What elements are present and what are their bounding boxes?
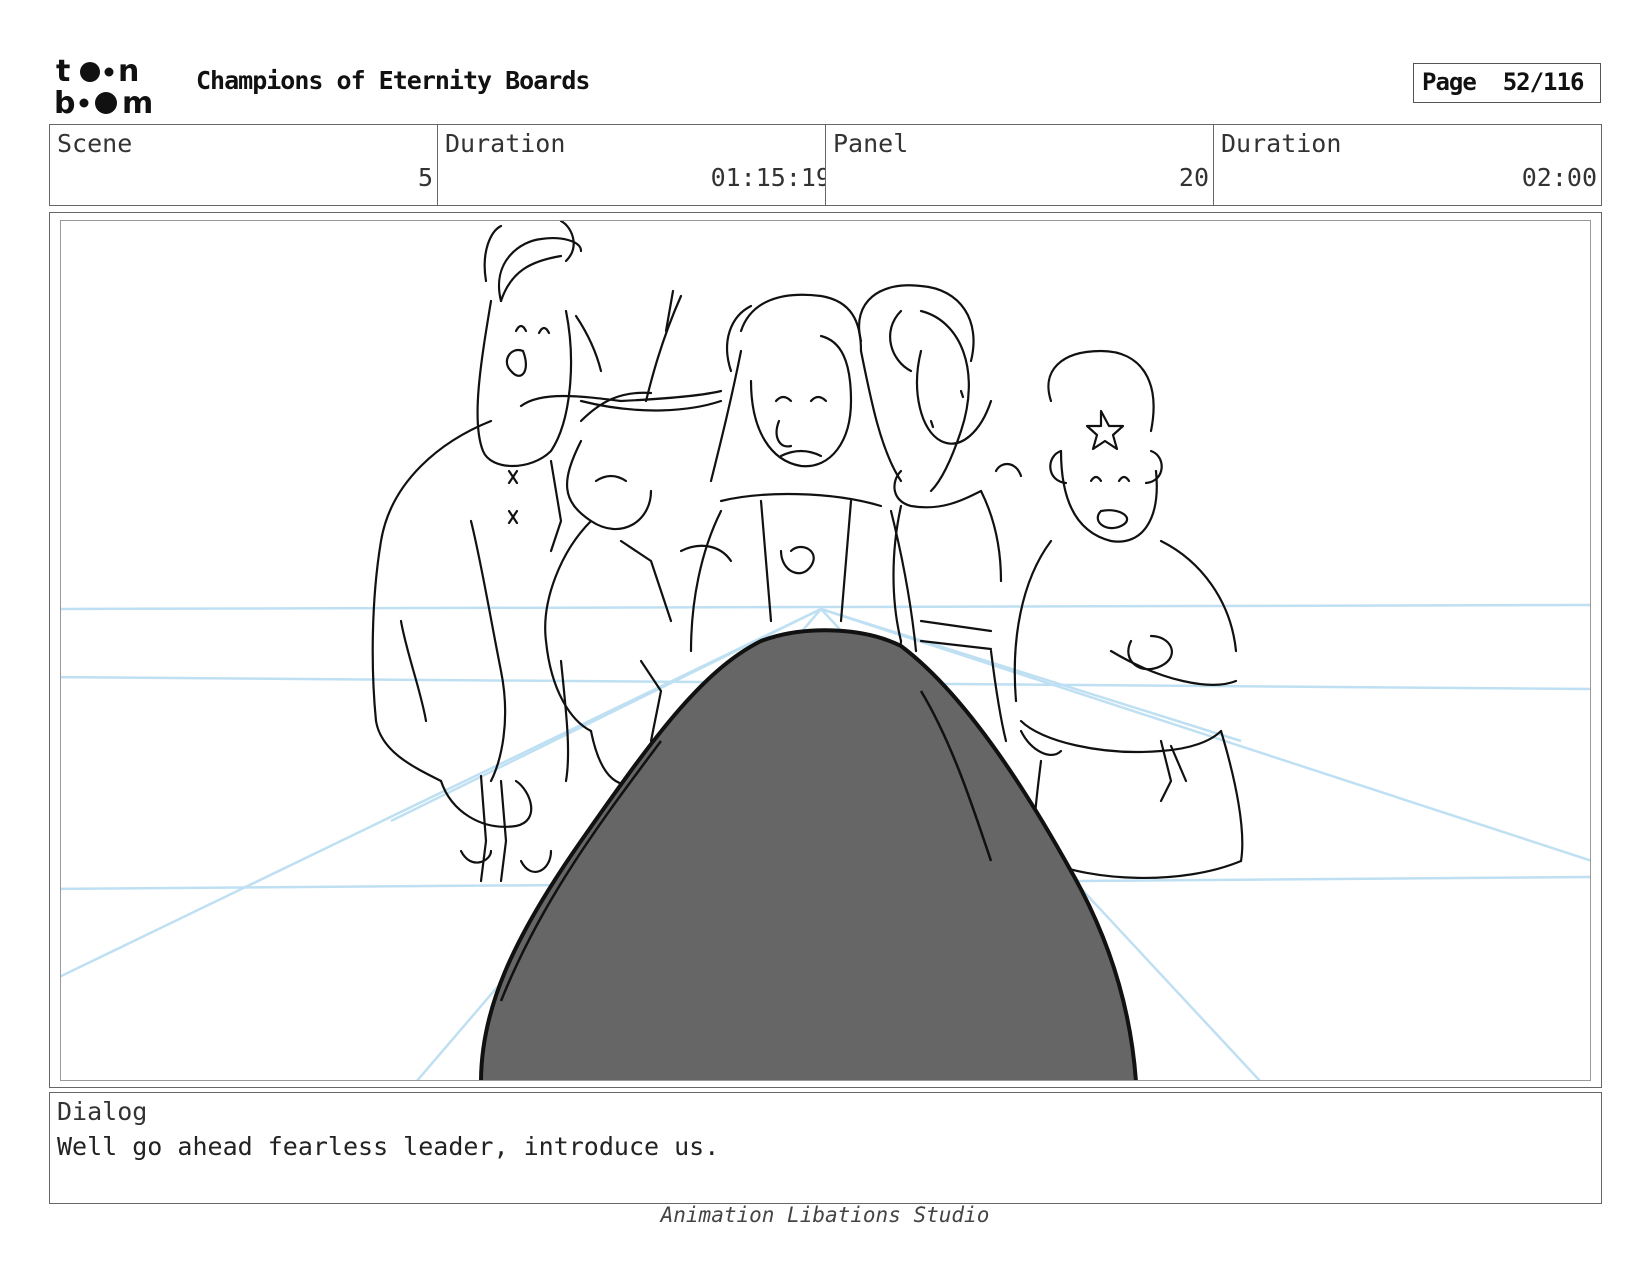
scene-info-row: Scene 5 Duration 01:15:19 Panel 20 Durat… [49, 124, 1602, 206]
scene-duration-label: Duration [445, 129, 566, 158]
storyboard-panel-image [60, 220, 1591, 1081]
storyboard-sketch [61, 221, 1590, 1080]
dialog-label: Dialog [57, 1097, 148, 1126]
scene-label: Scene [57, 129, 133, 158]
panel-label: Panel [833, 129, 909, 158]
toon-boom-logo: t n b m [54, 55, 153, 117]
studio-footer: Animation Libations Studio [660, 1203, 990, 1227]
scene-duration-value: 01:15:19 [710, 163, 826, 192]
dialog-text: Well go ahead fearless leader, introduce… [57, 1132, 720, 1161]
svg-text:t: t [56, 55, 70, 89]
page-number: 52/116 [1502, 68, 1585, 96]
scene-cell: Scene 5 [50, 125, 438, 205]
svg-text:b: b [54, 86, 75, 117]
page-indicator: Page 52/116 [1413, 63, 1601, 103]
svg-text:m: m [122, 86, 153, 117]
scene-number: 5 [417, 163, 433, 192]
panel-duration-cell: Duration 02:00 [1214, 125, 1601, 205]
svg-text:n: n [118, 55, 139, 89]
panel-duration-value: 02:00 [1521, 163, 1597, 192]
panel-duration-label: Duration [1221, 129, 1342, 158]
document-title: Champions of Eternity Boards [196, 66, 590, 95]
panel-number: 20 [1178, 163, 1209, 192]
page-label: Page [1422, 68, 1477, 96]
dialog-box: Dialog Well go ahead fearless leader, in… [49, 1092, 1602, 1204]
panel-cell: Panel 20 [826, 125, 1214, 205]
scene-duration-cell: Duration 01:15:19 [438, 125, 826, 205]
